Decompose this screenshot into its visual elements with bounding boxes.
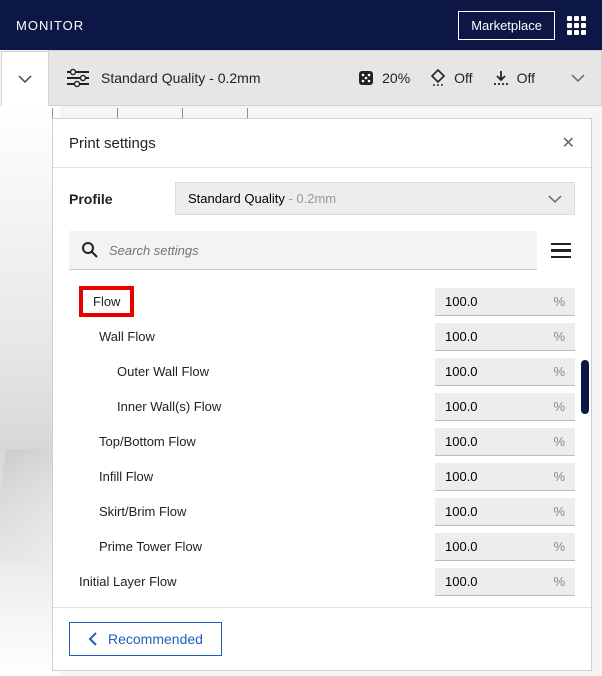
setting-row: Skirt/Brim Flow100.0% xyxy=(69,494,575,529)
setting-row: Infill Flow100.0% xyxy=(69,459,575,494)
apps-grid-icon[interactable] xyxy=(567,16,586,35)
toolbar-expand[interactable] xyxy=(555,73,601,83)
setting-row: Prime Tower Flow100.0% xyxy=(69,529,575,564)
print-toolbar: Standard Quality - 0.2mm 20% Off Off xyxy=(48,50,602,106)
profile-select[interactable]: Standard Quality - 0.2mm xyxy=(175,182,575,215)
chevron-down-icon xyxy=(571,73,585,83)
panel-title: Print settings xyxy=(69,135,156,152)
setting-value-input[interactable]: 100.0% xyxy=(435,358,575,386)
setting-value-input[interactable]: 100.0% xyxy=(435,428,575,456)
setting-label: Skirt/Brim Flow xyxy=(69,504,435,519)
setting-row: Top/Bottom Flow100.0% xyxy=(69,424,575,459)
chevron-down-icon xyxy=(548,194,562,204)
setting-value-input[interactable]: 100.0% xyxy=(435,323,575,351)
quality-label: Standard Quality - 0.2mm xyxy=(101,70,261,86)
setting-label: Outer Wall Flow xyxy=(69,364,435,379)
toolbar-adhesion[interactable]: Off xyxy=(491,68,535,88)
chevron-down-icon xyxy=(18,74,32,84)
setting-row: Inner Wall(s) Flow100.0% xyxy=(69,389,575,424)
setting-label: Initial Layer Flow xyxy=(69,574,435,589)
viewport-background xyxy=(0,106,60,676)
recommended-label: Recommended xyxy=(108,631,203,647)
scrollbar-thumb[interactable] xyxy=(581,360,589,414)
setting-value-input[interactable]: 100.0% xyxy=(435,288,575,316)
search-input[interactable] xyxy=(109,243,525,258)
marketplace-button[interactable]: Marketplace xyxy=(458,11,555,40)
profile-select-text: Standard Quality - 0.2mm xyxy=(188,191,336,206)
sliders-icon xyxy=(65,67,91,89)
toolbar-support[interactable]: Off xyxy=(428,68,472,88)
toolbar-collapse-tab[interactable] xyxy=(1,51,49,107)
search-icon xyxy=(81,241,99,259)
adhesion-icon xyxy=(491,68,511,88)
setting-row: Wall Flow100.0% xyxy=(69,319,575,354)
recommended-button[interactable]: Recommended xyxy=(69,622,222,656)
toolbar-quality-group[interactable]: Standard Quality - 0.2mm xyxy=(49,67,336,89)
search-row xyxy=(53,225,591,280)
print-settings-panel: Print settings ✕ Profile Standard Qualit… xyxy=(52,118,592,671)
setting-value-input[interactable]: 100.0% xyxy=(435,568,575,596)
toolbar-infill[interactable]: 20% xyxy=(356,68,410,88)
panel-footer: Recommended xyxy=(53,607,591,670)
infill-value: 20% xyxy=(382,70,410,86)
close-icon[interactable]: ✕ xyxy=(562,133,575,153)
setting-value-input[interactable]: 100.0% xyxy=(435,533,575,561)
profile-label: Profile xyxy=(69,191,159,207)
panel-header: Print settings ✕ xyxy=(53,119,591,168)
settings-list: Flow100.0%Wall Flow100.0%Outer Wall Flow… xyxy=(53,280,591,607)
app-section-title: MONITOR xyxy=(16,18,84,33)
setting-value-input[interactable]: 100.0% xyxy=(435,463,575,491)
infill-icon xyxy=(356,68,376,88)
setting-row: Initial Layer Flow100.0% xyxy=(69,564,575,599)
setting-label: Top/Bottom Flow xyxy=(69,434,435,449)
chevron-left-icon xyxy=(88,632,98,646)
topbar-right: Marketplace xyxy=(458,11,586,40)
setting-row: Outer Wall Flow100.0% xyxy=(69,354,575,389)
support-value: Off xyxy=(454,70,472,86)
setting-label: Wall Flow xyxy=(69,329,435,344)
support-icon xyxy=(428,68,448,88)
settings-menu-icon[interactable] xyxy=(547,239,575,263)
adhesion-value: Off xyxy=(517,70,535,86)
search-box[interactable] xyxy=(69,231,537,270)
profile-row: Profile Standard Quality - 0.2mm xyxy=(53,168,591,225)
top-bar: MONITOR Marketplace xyxy=(0,0,602,50)
setting-value-input[interactable]: 100.0% xyxy=(435,498,575,526)
setting-label: Infill Flow xyxy=(69,469,435,484)
setting-label: Flow xyxy=(69,286,435,317)
setting-value-input[interactable]: 100.0% xyxy=(435,393,575,421)
setting-label: Prime Tower Flow xyxy=(69,539,435,554)
setting-label: Inner Wall(s) Flow xyxy=(69,399,435,414)
setting-row: Flow100.0% xyxy=(69,284,575,319)
